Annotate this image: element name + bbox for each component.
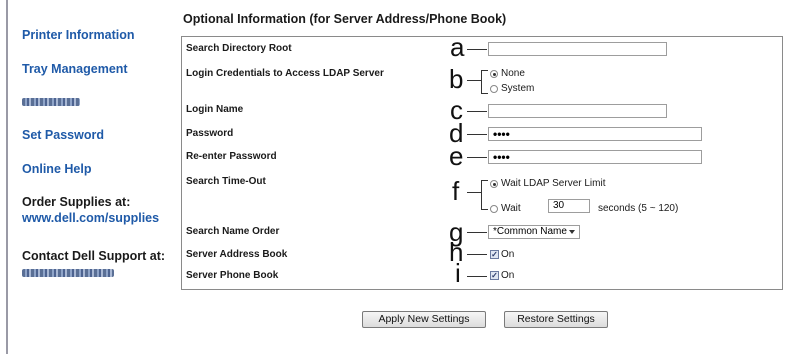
callout-bracket-b <box>481 70 488 94</box>
callout-line-a <box>467 49 487 50</box>
server-phone-book-on-label: On <box>501 270 515 281</box>
timeout-wait-radio[interactable] <box>490 205 498 213</box>
timeout-seconds-range: seconds (5 ~ 120) <box>598 203 679 214</box>
apply-new-settings-button[interactable]: Apply New Settings <box>362 311 486 328</box>
login-name-label: Login Name <box>186 104 244 115</box>
password-input[interactable]: •••• <box>488 127 702 141</box>
callout-bracket-f <box>481 180 488 210</box>
timeout-wait-label: Wait <box>501 203 521 214</box>
callout-line-i <box>467 276 487 277</box>
contact-support-label: Contact Dell Support at: <box>22 249 166 263</box>
contact-support-link[interactable] <box>22 266 114 280</box>
server-phone-book-checkbox[interactable]: ✓ <box>490 271 499 280</box>
server-address-book-checkbox[interactable]: ✓ <box>490 250 499 259</box>
order-supplies-label: Order Supplies at: <box>22 195 131 209</box>
callout-line-f <box>467 192 481 193</box>
credentials-none-radio[interactable] <box>490 70 498 78</box>
reenter-password-label: Re-enter Password <box>186 151 277 162</box>
search-name-order-select[interactable]: *Common Name <box>488 225 580 239</box>
login-credentials-label: Login Credentials to Access LDAP Server <box>186 68 384 79</box>
credentials-system-radio[interactable] <box>490 85 498 93</box>
sidebar-item-printer-information[interactable]: Printer Information <box>22 28 135 42</box>
sidebar-item-tray-management[interactable]: Tray Management <box>22 62 128 76</box>
credentials-none-label: None <box>501 68 525 79</box>
sidebar-item-online-help[interactable]: Online Help <box>22 162 91 176</box>
timeout-server-limit-radio[interactable] <box>490 180 498 188</box>
server-phone-book-label: Server Phone Book <box>186 270 279 281</box>
sidebar-item-set-password[interactable]: Set Password <box>22 128 104 142</box>
callout-line-e <box>467 157 487 158</box>
search-directory-root-input[interactable] <box>488 42 667 56</box>
redacted-text <box>22 98 80 106</box>
order-supplies-link[interactable]: www.dell.com/supplies <box>22 211 159 225</box>
callout-line-h <box>467 254 487 255</box>
search-timeout-label: Search Time-Out <box>186 176 266 187</box>
password-label: Password <box>186 128 234 139</box>
credentials-system-label: System <box>501 83 535 94</box>
timeout-server-limit-label: Wait LDAP Server Limit <box>501 178 606 189</box>
search-name-order-value: *Common Name <box>493 226 567 237</box>
login-name-input[interactable] <box>488 104 667 118</box>
callout-letter-f: f <box>452 176 460 206</box>
sidebar-divider <box>6 0 8 354</box>
server-address-book-on-label: On <box>501 249 515 260</box>
search-name-order-label: Search Name Order <box>186 226 280 237</box>
reenter-password-input[interactable]: •••• <box>488 150 702 164</box>
restore-settings-button[interactable]: Restore Settings <box>504 311 608 328</box>
callout-letter-i: i <box>455 258 461 288</box>
callout-line-b <box>467 80 481 81</box>
timeout-seconds-input[interactable]: 30 <box>548 199 590 213</box>
sidebar-item-blurred[interactable] <box>22 95 80 109</box>
callout-letter-e: e <box>449 141 464 171</box>
server-address-book-label: Server Address Book <box>186 249 288 260</box>
callout-line-c <box>467 111 487 112</box>
redacted-text <box>22 269 114 277</box>
callout-line-d <box>467 134 487 135</box>
callout-letter-b: b <box>449 64 464 94</box>
callout-line-g <box>467 232 487 233</box>
search-directory-root-label: Search Directory Root <box>186 43 292 54</box>
chevron-down-icon <box>569 230 575 234</box>
callout-letter-a: a <box>450 32 465 62</box>
section-title: Optional Information (for Server Address… <box>183 12 507 26</box>
